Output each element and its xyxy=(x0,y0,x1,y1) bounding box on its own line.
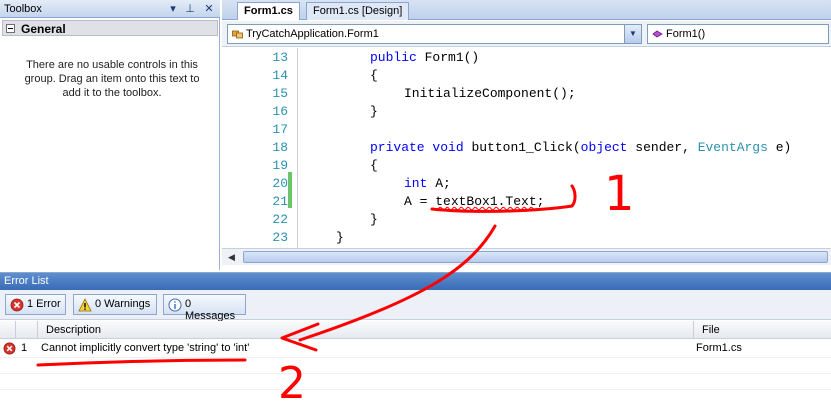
line-number: 21 xyxy=(272,194,288,209)
keyword: void xyxy=(432,140,464,155)
line-number: 17 xyxy=(272,122,288,137)
code-text: Form1() xyxy=(416,50,480,65)
method-name: button1_Click( xyxy=(463,140,581,155)
change-tracking-bar xyxy=(288,172,292,208)
column-header-icon[interactable] xyxy=(0,321,16,339)
tab-form1-cs[interactable]: Form1.cs xyxy=(237,2,300,20)
error-squiggle-text[interactable]: textBox1.Text xyxy=(435,194,536,209)
code-text: A = xyxy=(404,194,436,209)
code-line-19: { xyxy=(370,158,378,173)
toolbox-panel: Toolbox ▾ ⊥ ✕ General There are no usabl… xyxy=(0,0,220,270)
warnings-filter-button[interactable]: 0 Warnings xyxy=(73,294,157,315)
code-line-15: InitializeComponent(); xyxy=(404,86,576,101)
close-icon[interactable]: ✕ xyxy=(202,2,216,16)
error-list-panel: Error List 1 Error 0 Warnings 0 Messages… xyxy=(0,272,831,404)
code-line-14: { xyxy=(370,68,378,83)
code-line-22: } xyxy=(370,212,378,227)
line-number: 16 xyxy=(272,104,288,119)
line-number: 14 xyxy=(272,68,288,83)
keyword: public xyxy=(370,50,417,65)
grid-line xyxy=(0,373,831,374)
warning-icon xyxy=(78,298,92,312)
toolbox-title: Toolbox xyxy=(4,3,42,15)
info-icon xyxy=(168,298,182,312)
error-list-header: Description File xyxy=(0,321,831,339)
code-line-23: } xyxy=(336,230,344,245)
warnings-filter-label: 0 Warnings xyxy=(95,298,151,310)
collapse-margin xyxy=(297,48,298,248)
grid-line xyxy=(0,357,831,358)
grid-line xyxy=(0,389,831,390)
toolbox-titlebar: Toolbox ▾ ⊥ ✕ xyxy=(0,0,220,18)
code-line-21: A = textBox1.Text; xyxy=(404,194,544,209)
messages-filter-button[interactable]: 0 Messages xyxy=(163,294,246,322)
code-line-18: private void button1_Click(object sender… xyxy=(370,140,791,155)
class-dropdown-value: TryCatchApplication.Form1 xyxy=(246,28,379,40)
horizontal-scrollbar[interactable]: ◀ xyxy=(222,248,831,265)
toolbox-empty-message: There are no usable controls in this gro… xyxy=(24,59,200,99)
table-row[interactable]: 1 Cannot implicitly convert type 'string… xyxy=(0,340,831,357)
code-text: sender, xyxy=(627,140,698,155)
line-number: 20 xyxy=(272,176,288,191)
auto-hide-pin-icon[interactable]: ⊥ xyxy=(183,2,197,16)
errors-filter-label: 1 Error xyxy=(27,298,61,310)
column-header-file[interactable]: File xyxy=(694,321,831,339)
error-number: 1 xyxy=(21,342,28,354)
error-list-filterbar: 1 Error 0 Warnings 0 Messages xyxy=(0,290,831,322)
keyword: object xyxy=(580,140,628,155)
line-number: 22 xyxy=(272,212,288,227)
code-text: e) xyxy=(767,140,792,155)
document-tabstrip: Form1.cs Form1.cs [Design] xyxy=(222,0,831,20)
line-number: 15 xyxy=(272,86,288,101)
class-dropdown[interactable]: TryCatchApplication.Form1 ▼ xyxy=(227,24,642,44)
line-number: 18 xyxy=(272,140,288,155)
error-list-titlebar: Error List xyxy=(0,273,831,290)
error-icon xyxy=(10,298,24,312)
window-position-icon[interactable]: ▾ xyxy=(166,2,180,16)
collapse-icon[interactable] xyxy=(6,24,15,33)
member-dropdown-value: Form1() xyxy=(666,28,706,40)
line-number: 13 xyxy=(272,50,288,65)
code-text: ; xyxy=(536,194,545,209)
code-line-13: public Form1() xyxy=(370,50,479,65)
type-name: EventArgs xyxy=(697,140,768,155)
keyword: private xyxy=(370,140,425,155)
navigation-bar: TryCatchApplication.Form1 ▼ Form1() xyxy=(222,21,831,47)
code-line-20: int A; xyxy=(404,176,451,191)
member-dropdown[interactable]: Form1() xyxy=(647,24,829,44)
error-icon xyxy=(3,342,16,355)
code-line-16: } xyxy=(370,104,378,119)
code-editor: Form1.cs Form1.cs [Design] TryCatchAppli… xyxy=(222,0,831,270)
error-description: Cannot implicitly convert type 'string' … xyxy=(41,342,250,354)
scroll-left-icon[interactable]: ◀ xyxy=(224,250,239,264)
toolbox-group-general[interactable]: General xyxy=(2,20,218,36)
class-icon xyxy=(232,30,243,39)
messages-filter-label: 0 Messages xyxy=(185,298,236,322)
errors-filter-button[interactable]: 1 Error xyxy=(5,294,66,315)
method-icon xyxy=(652,30,663,38)
code-text: A; xyxy=(427,176,451,191)
keyword: int xyxy=(404,176,428,191)
line-number: 19 xyxy=(272,158,288,173)
column-header-number[interactable] xyxy=(16,321,38,339)
error-file: Form1.cs xyxy=(696,342,742,354)
scrollbar-thumb[interactable] xyxy=(243,251,828,263)
code-area[interactable]: 13 14 15 16 17 18 19 20 21 22 23 public … xyxy=(222,48,831,248)
chevron-down-icon[interactable]: ▼ xyxy=(624,25,641,43)
group-label: General xyxy=(21,22,66,36)
error-list-title: Error List xyxy=(4,275,49,287)
line-number: 23 xyxy=(272,230,288,245)
column-header-description[interactable]: Description xyxy=(38,321,694,339)
tab-form1-design[interactable]: Form1.cs [Design] xyxy=(306,2,410,20)
